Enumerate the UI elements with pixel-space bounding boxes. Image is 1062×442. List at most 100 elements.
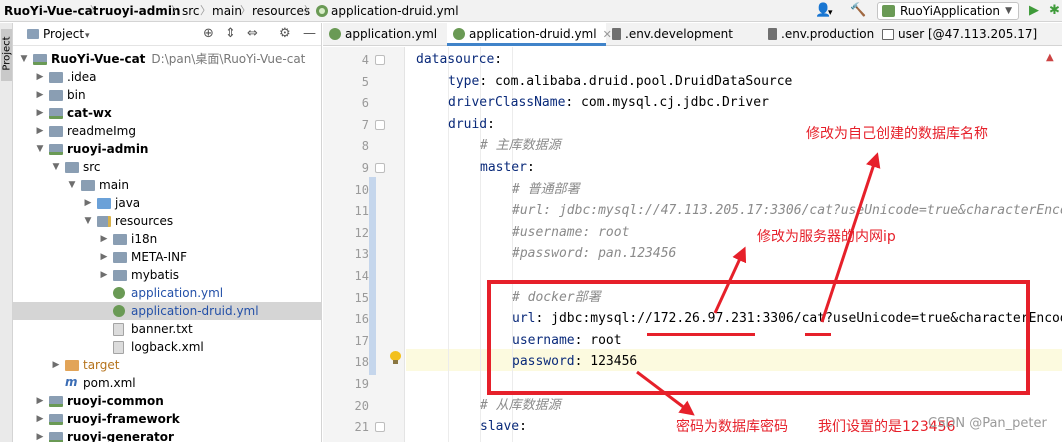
yml-file-icon	[329, 28, 341, 40]
tree-item[interactable]: ▼ ruoyi-admin	[13, 140, 321, 158]
editor-gutter: 4 5 6 7 8 9 10 11 12 13 14 15 16 17 18 19 20 21	[323, 47, 405, 442]
editor-tab[interactable]: .env.production	[762, 23, 876, 46]
project-panel-title[interactable]: Project	[43, 27, 84, 41]
fold-marker-icon[interactable]	[375, 55, 385, 65]
editor-tab[interactable]: .env.development	[606, 23, 762, 46]
debug-icon[interactable]: ✱	[1049, 3, 1060, 19]
user-dropdown-icon[interactable]: ▾	[828, 5, 833, 21]
tree-item[interactable]: m pom.xml	[13, 374, 321, 392]
breadcrumb-resources[interactable]: resources	[252, 3, 310, 19]
tree-item[interactable]: banner.txt	[13, 320, 321, 338]
code-line: #username: root	[512, 224, 630, 240]
tree-item[interactable]: ▶ mybatis	[13, 266, 321, 284]
collapse-arrow-icon[interactable]: ▼	[51, 158, 61, 176]
tree-item-label: i18n	[131, 232, 158, 246]
project-panel-header: Project ▾ ⊕ ⇕ ⇔ ⚙ —	[13, 23, 321, 46]
expand-arrow-icon[interactable]: ▶	[35, 86, 45, 104]
code-line: #password: pan.123456	[512, 246, 677, 262]
expand-arrow-icon[interactable]: ▶	[35, 68, 45, 86]
editor-tab[interactable]: user [@47.113.205.17]	[876, 23, 1062, 46]
expand-arrow-icon[interactable]: ▶	[35, 122, 45, 140]
navigation-bar: RuoYi-Vue-cat 〉 ruoyi-admin 〉 src 〉 main…	[0, 0, 1062, 22]
expand-all-icon[interactable]: ⇕	[225, 26, 236, 42]
code-line: slave:	[480, 419, 527, 435]
code-line: type: com.alibaba.druid.pool.DruidDataSo…	[448, 73, 793, 89]
tree-item[interactable]: ▼ resources	[13, 212, 321, 230]
editor-tab-bar: application.yml application-druid.yml ✕ .en…	[323, 23, 1062, 46]
yml-icon	[113, 287, 125, 299]
tree-item[interactable]: ▶ ruoyi-generator	[13, 428, 321, 442]
collapse-arrow-icon[interactable]: ▼	[83, 212, 93, 230]
tree-item[interactable]: logback.xml	[13, 338, 321, 356]
line-number: 18	[354, 355, 369, 370]
tree-item[interactable]: ▶ target	[13, 356, 321, 374]
expand-arrow-icon[interactable]: ▶	[99, 248, 109, 266]
vcs-change-marker[interactable]	[369, 177, 376, 375]
gear-icon[interactable]: ⚙	[279, 26, 291, 42]
tree-item[interactable]: ▶ cat-wx	[13, 104, 321, 122]
expand-arrow-icon[interactable]: ▶	[99, 230, 109, 248]
tree-item-label: application.yml	[131, 286, 224, 300]
tree-item[interactable]: ▼ main	[13, 176, 321, 194]
tree-item[interactable]: ▶ i18n	[13, 230, 321, 248]
line-number: 6	[361, 96, 369, 111]
run-icon[interactable]: ▶	[1029, 3, 1039, 19]
line-number: 7	[361, 117, 369, 132]
watermark: CSDN @Pan_peter	[928, 416, 1047, 431]
tree-item[interactable]: ▼ RuoYi-Vue-cat D:\pan\桌面\RuoYi-Vue-cat	[13, 50, 321, 68]
chevron-down-icon: ▼	[1005, 6, 1012, 16]
tree-item[interactable]: ▶ java	[13, 194, 321, 212]
breadcrumb-module[interactable]: ruoyi-admin	[99, 3, 180, 19]
chevron-down-icon[interactable]: ▾	[85, 28, 90, 44]
tree-item[interactable]: ▶ META-INF	[13, 248, 321, 266]
warning-marker-icon[interactable]: ▲	[1046, 52, 1054, 63]
tree-item[interactable]: ▶ ruoyi-framework	[13, 410, 321, 428]
collapse-all-icon[interactable]: ⇔	[247, 26, 258, 42]
expand-arrow-icon[interactable]: ▶	[35, 392, 45, 410]
tree-item[interactable]: application-druid.yml	[13, 302, 321, 320]
line-number: 21	[354, 420, 369, 435]
expand-arrow-icon[interactable]: ▶	[35, 104, 45, 122]
breadcrumb-separator: 〉	[304, 4, 315, 17]
intention-bulb-icon[interactable]	[390, 351, 401, 364]
folder-icon	[49, 72, 63, 83]
hide-panel-icon[interactable]: —	[303, 26, 316, 42]
folder-icon	[49, 90, 63, 101]
collapse-arrow-icon[interactable]: ▼	[19, 50, 29, 68]
tree-item[interactable]: application.yml	[13, 284, 321, 302]
tree-item[interactable]: ▶ ruoyi-common	[13, 392, 321, 410]
target-icon	[65, 360, 79, 371]
fold-marker-icon[interactable]	[375, 119, 385, 130]
tree-item[interactable]: ▼ src	[13, 158, 321, 176]
breadcrumb-src[interactable]: src	[182, 3, 200, 19]
line-number: 14	[354, 269, 369, 283]
collapse-arrow-icon[interactable]: ▼	[67, 176, 77, 194]
tree-item[interactable]: ▶ bin	[13, 86, 321, 104]
breadcrumb-project[interactable]: RuoYi-Vue-cat	[4, 3, 98, 19]
expand-arrow-icon[interactable]: ▶	[35, 428, 45, 442]
fold-marker-icon[interactable]	[375, 163, 385, 173]
editor-tab[interactable]: application.yml	[323, 23, 447, 46]
locate-file-icon[interactable]: ⊕	[203, 26, 214, 42]
line-number: 8	[361, 139, 369, 154]
expand-arrow-icon[interactable]: ▶	[83, 194, 93, 212]
breadcrumb-file[interactable]: application-druid.yml	[316, 3, 459, 19]
run-configuration-select[interactable]: RuoYiApplication ▼	[877, 2, 1019, 20]
tree-item[interactable]: ▶ .idea	[13, 68, 321, 86]
collapse-arrow-icon[interactable]: ▼	[35, 140, 45, 158]
editor-tab-label: application.yml	[345, 27, 438, 41]
editor-tab-label: .env.development	[625, 27, 733, 41]
project-tool-button[interactable]: Project	[1, 29, 13, 81]
tree-item-label: logback.xml	[131, 340, 204, 354]
expand-arrow-icon[interactable]: ▶	[99, 266, 109, 284]
project-root-path: D:\pan\桌面\RuoYi-Vue-cat	[151, 52, 306, 66]
editor-tab[interactable]: application-druid.yml ✕	[447, 23, 612, 46]
expand-arrow-icon[interactable]: ▶	[51, 356, 61, 374]
folder-icon	[113, 270, 127, 281]
tree-item[interactable]: ▶ readmeImg	[13, 122, 321, 140]
fold-marker-icon[interactable]	[375, 422, 385, 433]
res-icon	[97, 216, 111, 227]
breadcrumb-main[interactable]: main	[212, 3, 242, 19]
expand-arrow-icon[interactable]: ▶	[35, 410, 45, 428]
build-hammer-icon[interactable]: 🔨	[850, 3, 866, 19]
